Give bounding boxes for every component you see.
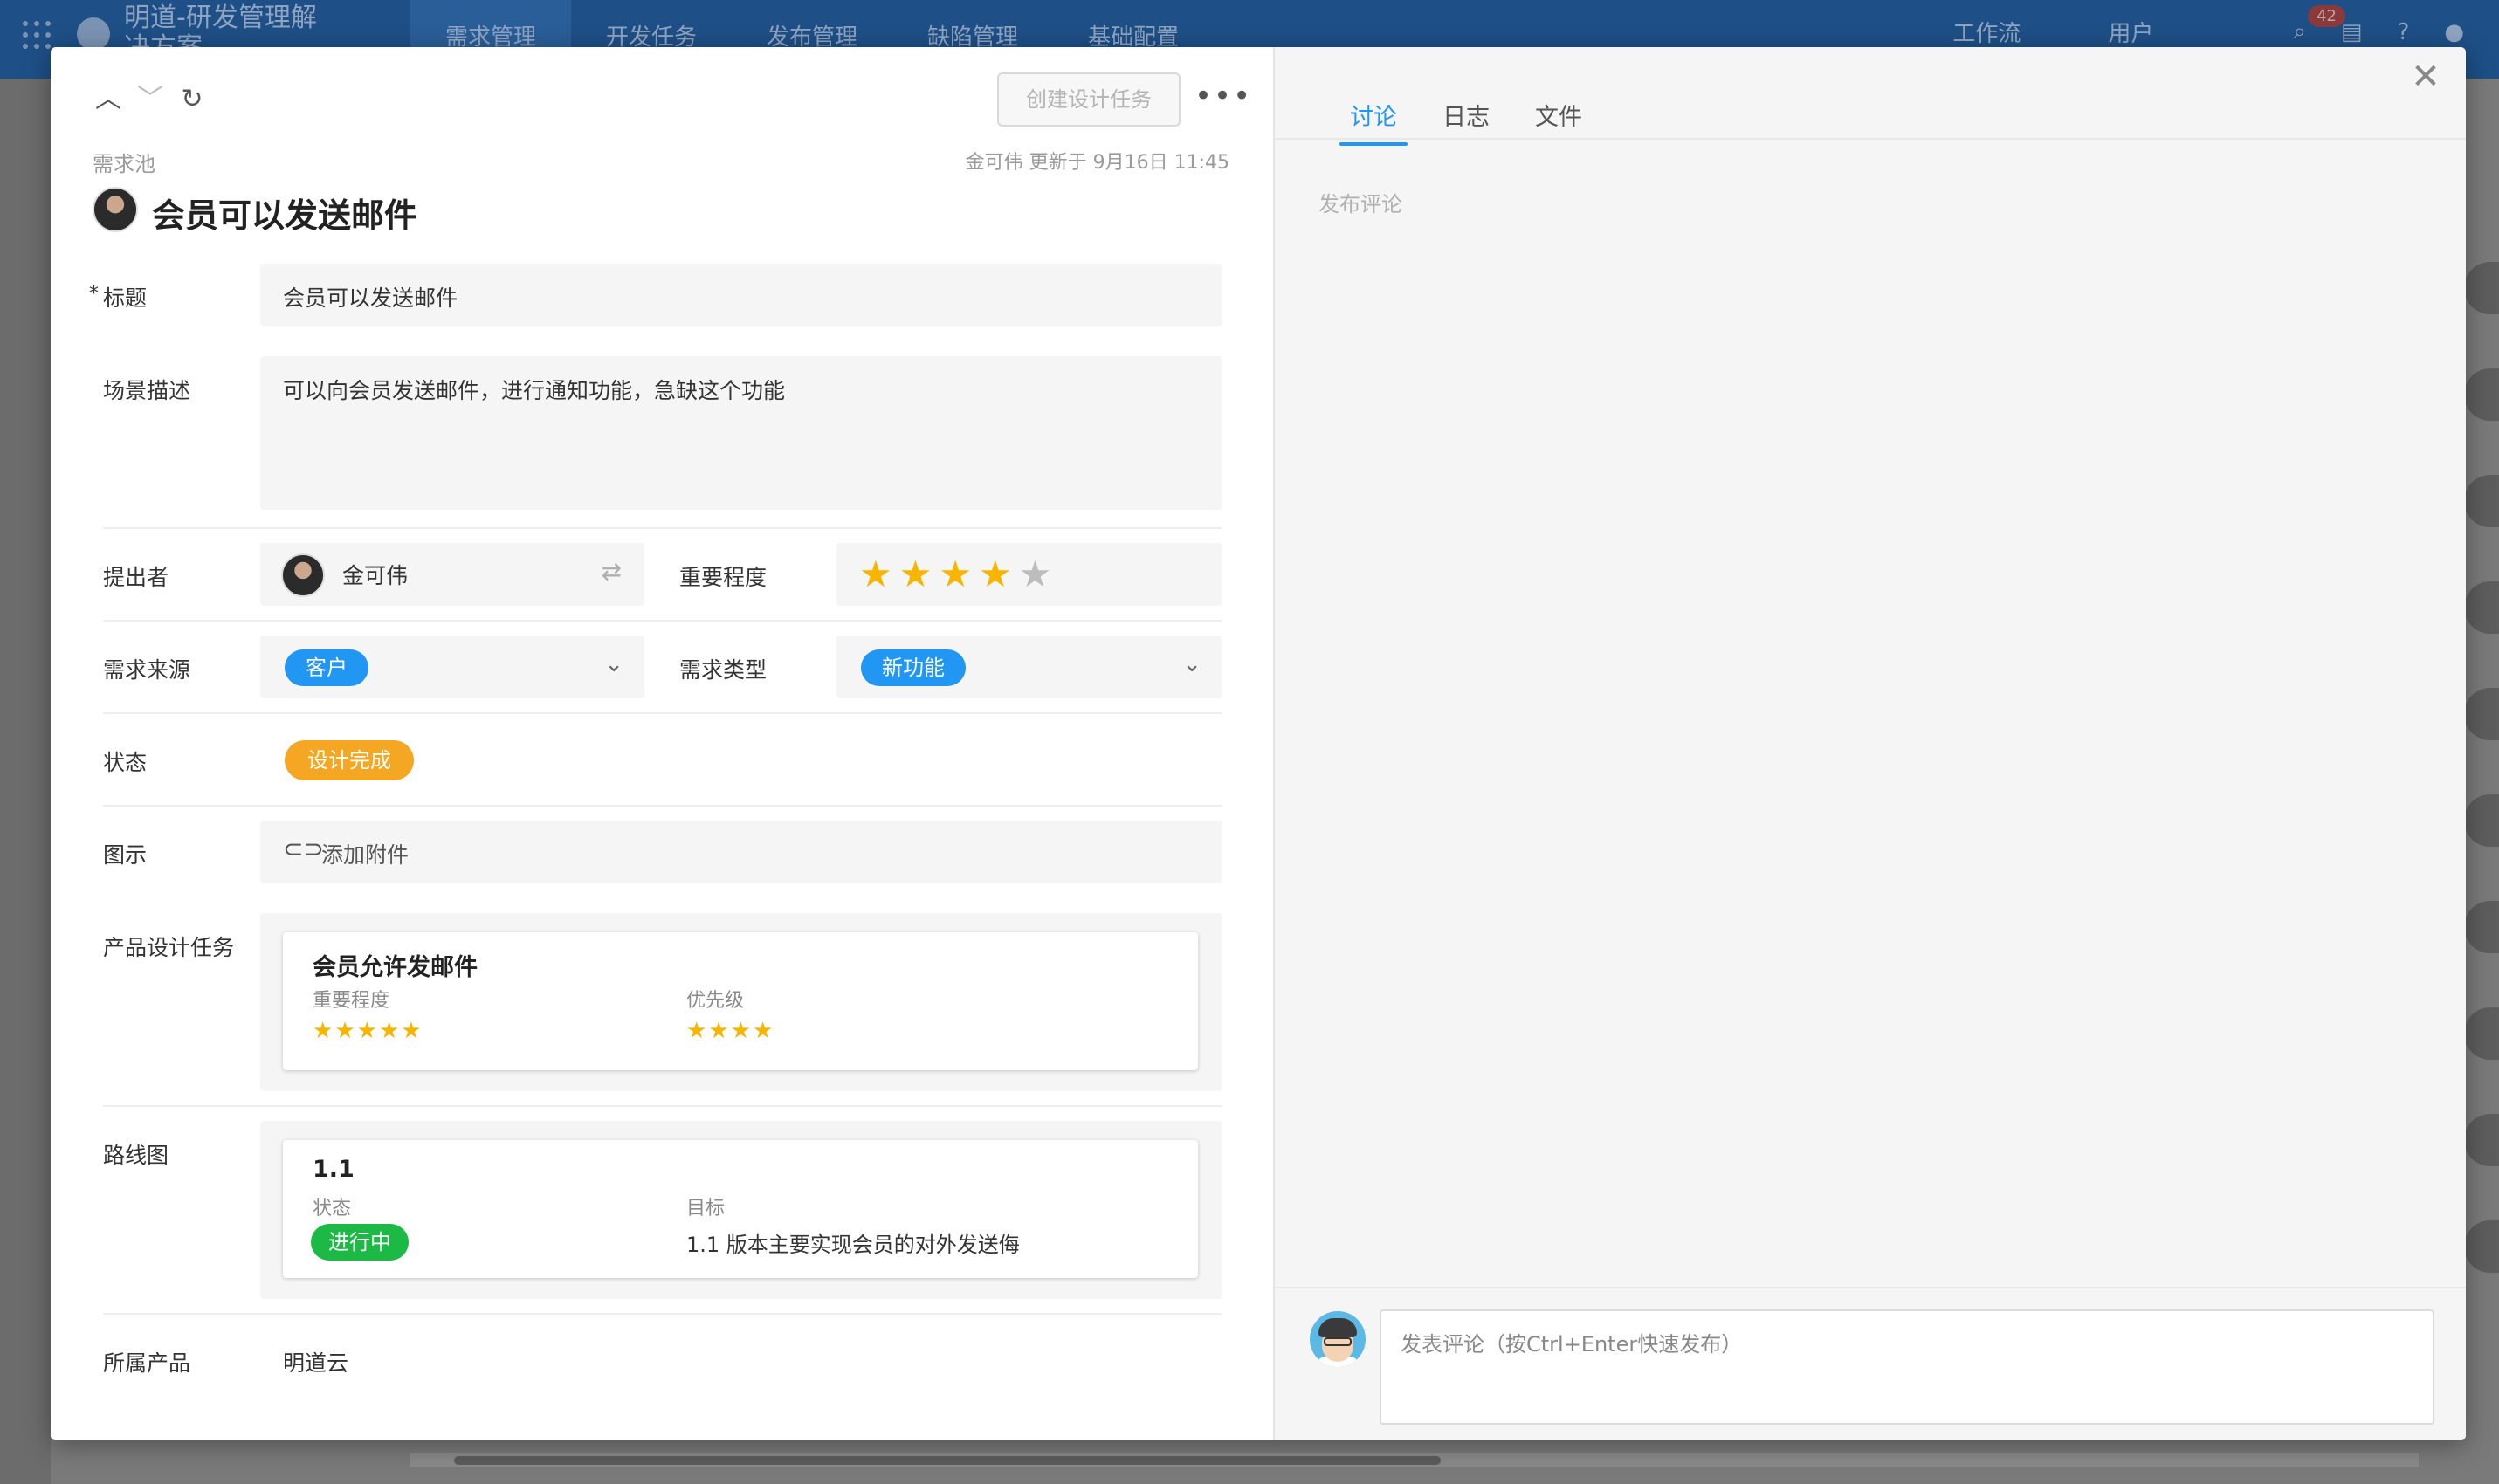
submitter-label: 提出者 — [103, 565, 169, 590]
record-title: 会员可以发送邮件 — [152, 196, 418, 235]
comment-input[interactable]: 发表评论（按Ctrl+Enter快速发布） — [1380, 1309, 2434, 1425]
app-sidebar — [0, 79, 51, 1484]
scrollbar-thumb[interactable] — [454, 1456, 1441, 1465]
publish-comment-hint: 发布评论 — [1318, 192, 1402, 216]
app-grid-icon[interactable] — [23, 21, 51, 49]
submitter-name: 金可伟 — [342, 563, 409, 588]
design-task-importance-stars: ★ ★ ★ ★ ★ — [313, 1020, 422, 1042]
design-task-importance-label: 重要程度 — [313, 990, 390, 1012]
app-member-avatars — [2464, 262, 2499, 1327]
title-label: 标题 — [103, 285, 148, 311]
divider — [103, 527, 1222, 529]
breadcrumb[interactable]: 需求池 — [93, 147, 155, 177]
required-mark: * — [89, 283, 99, 305]
product-value[interactable]: 明道云 — [283, 1346, 348, 1378]
design-task-label: 产品设计任务 — [103, 935, 235, 960]
horizontal-scrollbar[interactable] — [410, 1453, 2419, 1467]
title-input[interactable]: 会员可以发送邮件 — [260, 264, 1222, 326]
chevron-down-icon[interactable]: ⌄ — [1182, 651, 1201, 677]
star-filled-icon: ★ — [401, 1018, 422, 1044]
roadmap-status-badge: 进行中 — [311, 1224, 409, 1261]
star-filled-icon[interactable]: ★ — [859, 543, 892, 606]
source-select[interactable]: 客户 ⌄ — [260, 636, 644, 698]
star-filled-icon[interactable]: ★ — [939, 543, 972, 606]
discussion-panel: ✕ 讨论 日志 文件 发布评论 发表评论（按Ctrl+Enter快速发布） — [1273, 47, 2466, 1440]
add-attachment-button[interactable]: ⊂⊃ 添加附件 — [260, 821, 1222, 883]
roadmap-card[interactable]: 1.1 状态 进行中 目标 1.1 版本主要实现会员的对外发送侮 — [283, 1140, 1198, 1278]
star-filled-icon[interactable]: ★ — [979, 543, 1012, 606]
star-filled-icon: ★ — [313, 1018, 334, 1044]
design-task-priority-label: 优先级 — [686, 990, 745, 1012]
divider — [103, 712, 1222, 714]
status-label: 状态 — [103, 750, 148, 775]
design-task-title: 会员允许发邮件 — [313, 954, 478, 981]
type-label: 需求类型 — [679, 657, 768, 683]
workflow-link[interactable]: 工作流 — [1952, 16, 2021, 48]
profile-avatar[interactable]: ● — [2444, 19, 2464, 45]
divider — [103, 1105, 1222, 1107]
notification-icon[interactable]: ▤ — [2341, 19, 2363, 45]
submitter-field[interactable]: 金可伟 ⇄ — [260, 543, 644, 606]
update-info: 金可伟 更新于 9月16日 11:45 — [965, 152, 1229, 174]
chevron-down-icon[interactable]: ⌄ — [604, 651, 623, 677]
star-empty-icon[interactable]: ★ — [1019, 543, 1052, 606]
type-tag: 新功能 — [861, 649, 966, 686]
search-icon[interactable]: ⌕ — [2293, 18, 2306, 45]
status-badge[interactable]: 设计完成 — [285, 740, 414, 780]
swap-user-icon[interactable]: ⇄ — [602, 557, 622, 586]
next-record-icon[interactable]: ﹀ — [133, 82, 168, 117]
submitter-avatar — [281, 553, 325, 597]
current-user-avatar — [1310, 1311, 1366, 1367]
help-icon[interactable]: ? — [2398, 19, 2410, 45]
refresh-icon[interactable]: ↻ — [175, 82, 210, 117]
design-task-priority-stars: ★ ★ ★ ★ — [686, 1020, 773, 1042]
roadmap-version: 1.1 — [313, 1156, 355, 1183]
comment-composer: 发表评论（按Ctrl+Enter快速发布） — [1275, 1287, 2466, 1440]
roadmap-goal-label: 目标 — [686, 1198, 726, 1219]
close-icon[interactable]: ✕ — [2405, 56, 2447, 98]
star-filled-icon[interactable]: ★ — [899, 543, 933, 606]
importance-stars[interactable]: ★ ★ ★ ★ ★ — [859, 543, 1051, 606]
design-task-field: 会员允许发邮件 重要程度 ★ ★ ★ ★ ★ 优先级 ★ ★ ★ ★ — [260, 913, 1222, 1091]
star-filled-icon: ★ — [708, 1018, 729, 1044]
owner-avatar[interactable] — [93, 187, 138, 232]
divider — [103, 620, 1222, 622]
diagram-label: 图示 — [103, 842, 148, 868]
notification-badge: 42 — [2308, 5, 2345, 27]
product-label: 所属产品 — [103, 1350, 191, 1376]
star-filled-icon: ★ — [334, 1018, 355, 1044]
more-options-icon[interactable]: ••• — [1194, 79, 1250, 122]
app-right-tools: 工作流 用户 ⌕ ▤ ? ● — [1952, 16, 2464, 48]
roadmap-label: 路线图 — [103, 1143, 169, 1168]
record-detail-panel: ︿ ﹀ ↻ 创建设计任务 ••• 需求池 金可伟 更新于 9月16日 11:45… — [51, 47, 1273, 1440]
type-select[interactable]: 新功能 ⌄ — [836, 636, 1222, 698]
description-label: 场景描述 — [103, 378, 191, 403]
description-textarea[interactable]: 可以向会员发送邮件，进行通知功能，急缺这个功能 — [260, 356, 1222, 510]
previous-record-icon[interactable]: ︿ — [91, 82, 126, 117]
star-filled-icon: ★ — [752, 1018, 774, 1044]
divider — [103, 1313, 1222, 1315]
source-label: 需求来源 — [103, 657, 191, 683]
star-filled-icon: ★ — [686, 1018, 707, 1044]
create-design-task-button[interactable]: 创建设计任务 — [997, 72, 1181, 127]
design-task-card[interactable]: 会员允许发邮件 重要程度 ★ ★ ★ ★ ★ 优先级 ★ ★ ★ ★ — [283, 932, 1198, 1070]
roadmap-goal-value: 1.1 版本主要实现会员的对外发送侮 — [686, 1233, 1020, 1257]
source-tag: 客户 — [285, 649, 368, 686]
tabs-divider — [1275, 138, 2466, 140]
importance-rating[interactable]: ★ ★ ★ ★ ★ — [836, 543, 1222, 606]
roadmap-field: 1.1 状态 进行中 目标 1.1 版本主要实现会员的对外发送侮 — [260, 1121, 1222, 1299]
divider — [103, 805, 1222, 807]
paperclip-icon: ⊂⊃ — [283, 835, 324, 863]
users-link[interactable]: 用户 — [2108, 16, 2153, 48]
add-attachment-label: 添加附件 — [321, 842, 410, 868]
app-logo-icon — [77, 17, 110, 51]
roadmap-status-label: 状态 — [313, 1198, 352, 1219]
record-detail-modal: ︿ ﹀ ↻ 创建设计任务 ••• 需求池 金可伟 更新于 9月16日 11:45… — [51, 47, 2466, 1440]
star-filled-icon: ★ — [378, 1018, 400, 1044]
star-filled-icon: ★ — [730, 1018, 751, 1044]
importance-label: 重要程度 — [679, 565, 768, 590]
star-filled-icon: ★ — [356, 1018, 377, 1044]
